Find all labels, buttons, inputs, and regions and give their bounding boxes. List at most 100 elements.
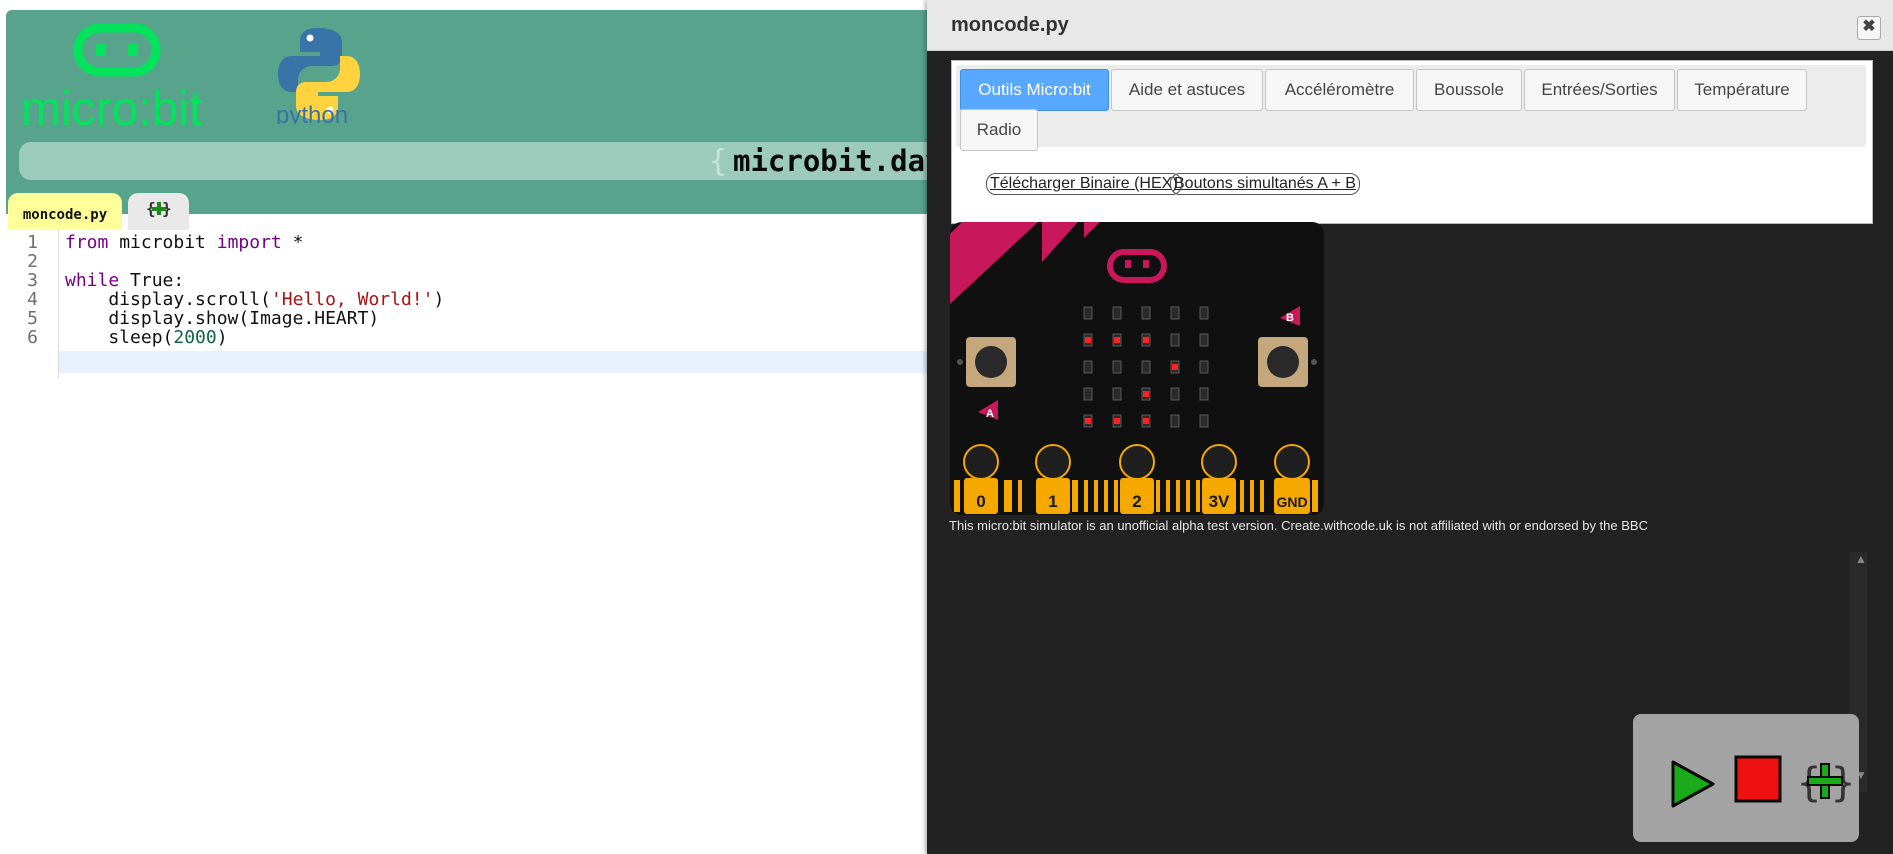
- code-line: while True:: [65, 270, 184, 291]
- header-banner: micro:bit python { microbit.dav: [6, 10, 930, 214]
- microbit-logo-text: micro:bit: [21, 83, 202, 134]
- code-string: 'Hello, World!': [270, 289, 434, 310]
- tab-outils-microbit[interactable]: Outils Micro:bit: [960, 69, 1109, 111]
- line-number: 2: [27, 251, 38, 272]
- pin-label: GND: [1276, 494, 1307, 510]
- led-lit: [1143, 418, 1149, 424]
- pin-gnd[interactable]: GND: [1274, 444, 1310, 514]
- led: [1170, 387, 1180, 401]
- led-lit: [1143, 391, 1149, 397]
- line-number: 4: [27, 289, 38, 310]
- code-line: from microbit import *: [65, 232, 303, 253]
- tab-entrees-sorties[interactable]: Entrées/Sorties: [1524, 69, 1675, 111]
- tab-aide-astuces[interactable]: Aide et astuces: [1111, 69, 1263, 111]
- add-file-icon: { }: [1797, 760, 1855, 804]
- pin-label: 0: [976, 492, 985, 511]
- simulator-panel: moncode.py ✖ Outils Micro:bit Aide et as…: [927, 0, 1893, 854]
- led: [1112, 306, 1122, 320]
- stop-button[interactable]: [1733, 754, 1783, 804]
- code-token: *: [281, 232, 304, 253]
- microbit-logo: micro:bit: [21, 24, 202, 134]
- led-lit: [1114, 337, 1120, 343]
- panel-title: moncode.py: [951, 14, 1069, 36]
- led: [1199, 387, 1209, 401]
- project-url-bar: { microbit.dav: [19, 142, 930, 180]
- line-number-gutter: 1 2 3 4 5 6: [6, 230, 59, 378]
- new-file-tab[interactable]: { }: [128, 193, 189, 230]
- run-button[interactable]: [1669, 760, 1715, 808]
- simulator-disclaimer: This micro:bit simulator is an unofficia…: [949, 518, 1648, 533]
- pin-3v[interactable]: 3V: [1201, 444, 1237, 514]
- download-hex-button[interactable]: Télécharger Binaire (HEX): [986, 173, 1182, 195]
- button-a-label: A: [986, 408, 994, 420]
- tab-moncode-py[interactable]: moncode.py: [8, 193, 122, 230]
- pin-0[interactable]: 0: [963, 444, 999, 514]
- led: [1199, 306, 1209, 320]
- tool-tabs: Outils Micro:bit Aide et astuces Accélér…: [956, 65, 1866, 151]
- led-lit: [1143, 337, 1149, 343]
- scroll-up-icon[interactable]: ▲: [1855, 552, 1867, 566]
- code-number: 2000: [173, 327, 217, 348]
- code-token: while: [65, 270, 120, 291]
- close-icon: ✖: [1862, 18, 1876, 35]
- button-b-label: B: [1286, 312, 1294, 324]
- led: [1083, 306, 1093, 320]
- led: [1141, 360, 1151, 374]
- code-token: display.scroll(: [65, 289, 271, 310]
- active-line-highlight: [59, 351, 930, 373]
- code-token: True:: [119, 270, 185, 291]
- pin-label: 2: [1132, 492, 1141, 511]
- led: [1170, 414, 1180, 428]
- led: [1170, 306, 1180, 320]
- code-token: microbit: [108, 232, 217, 253]
- panel-header: moncode.py ✖: [927, 0, 1893, 51]
- play-icon: [1671, 760, 1715, 808]
- code-line: display.show(Image.HEART): [65, 308, 380, 329]
- line-number: 1: [27, 232, 38, 253]
- led-lit: [1172, 364, 1178, 370]
- led: [1199, 360, 1209, 374]
- tools-box: Outils Micro:bit Aide et astuces Accélér…: [951, 60, 1873, 224]
- tab-temperature[interactable]: Température: [1677, 69, 1807, 111]
- editor-area: micro:bit python { microbit.dav moncode.…: [0, 0, 930, 854]
- project-url: microbit.dav: [733, 144, 930, 178]
- line-number: 6: [27, 327, 38, 348]
- buttons-a-b-button[interactable]: Boutons simultanés A + B: [1170, 173, 1360, 195]
- led: [1112, 387, 1122, 401]
- code-token: from: [65, 232, 109, 253]
- pin-label: 1: [1048, 492, 1057, 511]
- led: [1199, 333, 1209, 347]
- led: [1170, 333, 1180, 347]
- code-token: ): [433, 289, 445, 310]
- pin-1[interactable]: 1: [1035, 444, 1071, 514]
- code-line: display.scroll('Hello, World!'): [65, 289, 444, 310]
- led-lit: [1085, 337, 1091, 343]
- code-token: import: [216, 232, 282, 253]
- pin-2[interactable]: 2: [1119, 444, 1155, 514]
- tab-radio[interactable]: Radio: [960, 109, 1038, 151]
- new-file-button[interactable]: { }: [1797, 758, 1855, 804]
- close-button[interactable]: ✖: [1857, 16, 1881, 40]
- line-number: 3: [27, 270, 38, 291]
- code-line: sleep(2000): [65, 327, 228, 348]
- python-logo: python: [276, 28, 360, 124]
- microbit-board: A B 0 1 2 3V GND: [950, 222, 1324, 515]
- led: [1112, 360, 1122, 374]
- tab-accelerometre[interactable]: Accéléromètre: [1265, 69, 1414, 111]
- led: [1141, 306, 1151, 320]
- run-controls: { }: [1633, 714, 1859, 842]
- led-lit: [1114, 418, 1120, 424]
- url-brace: {: [709, 144, 728, 179]
- led: [1199, 414, 1209, 428]
- code-editor[interactable]: 1 2 3 4 5 6 from microbit import * while…: [6, 230, 930, 378]
- line-number: 5: [27, 308, 38, 329]
- code-token: sleep(: [65, 327, 174, 348]
- led: [1083, 387, 1093, 401]
- python-logo-text: python: [276, 102, 348, 124]
- led-lit: [1085, 418, 1091, 424]
- code-token: ): [216, 327, 228, 348]
- tab-boussole[interactable]: Boussole: [1416, 69, 1522, 111]
- stop-icon: [1734, 755, 1782, 803]
- pin-label: 3V: [1209, 492, 1230, 511]
- led: [1083, 360, 1093, 374]
